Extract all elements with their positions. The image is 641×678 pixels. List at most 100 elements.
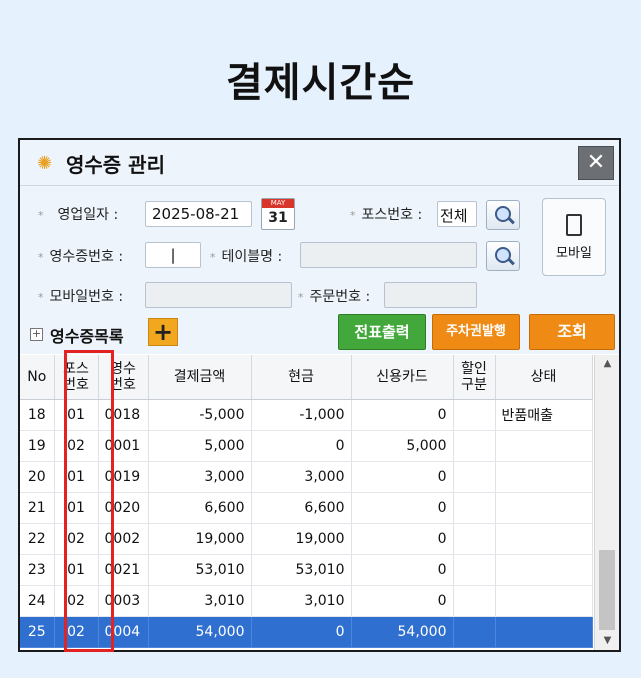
receipt-no-field[interactable]: | (145, 242, 201, 268)
window-title: 영수증 관리 (66, 153, 165, 177)
column-header[interactable]: 포스 번호 (54, 355, 99, 400)
table-cell: 24 (20, 585, 55, 617)
receipt-table: No 포스 번호 영수 번호 결제금액 현금 신용카드 할인 구분 상태 18 01 0018 -5,00… (20, 355, 593, 648)
table-row[interactable]: 25 02 0004 54,000 0 54,000 (20, 616, 593, 648)
calendar-icon[interactable]: MAY 31 (261, 198, 295, 230)
column-header[interactable]: 신용카드 (351, 355, 454, 400)
table-cell: 01 (54, 399, 99, 431)
table-cell: 6,600 (148, 492, 252, 524)
table-cell: 5,000 (148, 430, 252, 462)
scroll-thumb[interactable] (599, 550, 615, 630)
table-cell: 5,000 (351, 430, 454, 462)
table-cell: 54,000 (351, 616, 454, 648)
table-row[interactable]: 20 01 0019 3,000 3,000 0 (20, 461, 593, 493)
table-cell: 0 (351, 492, 454, 524)
table-row[interactable]: 23 01 0021 53,010 53,010 0 (20, 554, 593, 586)
table-cell (453, 554, 496, 586)
table-cell: 0020 (98, 492, 149, 524)
table-cell: 0018 (98, 399, 149, 431)
calendar-month: MAY (262, 199, 294, 208)
table-cell: 01 (54, 554, 99, 586)
table-cell (453, 523, 496, 555)
column-header[interactable]: 결제금액 (148, 355, 252, 400)
table-cell: 53,010 (251, 554, 352, 586)
table-cell: 01 (54, 492, 99, 524)
expand-icon[interactable]: + (30, 328, 43, 341)
receipt-management-window: ✺ 영수증 관리 ✕ * 영업일자 : 2025-08-21 MAY 31 * 포스… (18, 138, 621, 652)
mobile-no-label: * 모바일번호 : (38, 289, 124, 305)
table-row[interactable]: 21 01 0020 6,600 6,600 0 (20, 492, 593, 524)
business-date-field[interactable]: 2025-08-21 (145, 201, 252, 227)
page-heading: 결제시간순 (226, 60, 415, 106)
table-cell: 0003 (98, 585, 149, 617)
table-row[interactable]: 18 01 0018 -5,000 -1,000 0 반품매출 (20, 399, 593, 431)
table-cell: -1,000 (251, 399, 352, 431)
table-cell: 19,000 (148, 523, 252, 555)
table-cell: 18 (20, 399, 55, 431)
pos-no-select[interactable]: 전체 (437, 201, 477, 227)
vertical-scrollbar[interactable]: ▲ ▼ (594, 355, 619, 650)
scroll-up-icon[interactable]: ▲ (595, 355, 619, 373)
add-button[interactable]: + (148, 318, 178, 346)
column-header[interactable]: 상태 (495, 355, 593, 400)
table-cell (495, 616, 593, 648)
table-cell (495, 523, 593, 555)
table-cell (453, 430, 496, 462)
table-cell: 반품매출 (495, 399, 593, 431)
parking-ticket-button[interactable]: 주차권발행 (432, 314, 520, 350)
column-header[interactable]: 영수 번호 (98, 355, 149, 400)
table-cell: 0 (251, 616, 352, 648)
receipt-list-title: 영수증목록 (50, 327, 124, 346)
table-row[interactable]: 19 02 0001 5,000 0 5,000 (20, 430, 593, 462)
pos-search-button[interactable] (486, 200, 520, 230)
mobile-button[interactable]: 모바일 (542, 198, 606, 276)
table-cell: 23 (20, 554, 55, 586)
table-cell: 22 (20, 523, 55, 555)
business-date-label: * 영업일자 : (38, 207, 119, 223)
calendar-day: 31 (268, 210, 288, 226)
table-cell (495, 461, 593, 493)
column-header[interactable]: 할인 구분 (453, 355, 496, 400)
table-cell: 3,010 (148, 585, 252, 617)
mobile-no-field[interactable] (145, 282, 292, 308)
table-cell (495, 554, 593, 586)
column-header[interactable]: No (20, 355, 55, 400)
table-cell: 21 (20, 492, 55, 524)
table-name-label: * 테이블명 : (210, 249, 283, 265)
table-search-button[interactable] (486, 241, 520, 271)
table-cell (453, 492, 496, 524)
order-no-field[interactable] (384, 282, 477, 308)
table-cell: 0 (351, 554, 454, 586)
close-button[interactable]: ✕ (578, 146, 614, 180)
gear-icon: ✺ (37, 153, 53, 174)
print-slip-button[interactable]: 전표출력 (338, 314, 426, 350)
table-cell (495, 492, 593, 524)
scroll-down-icon[interactable]: ▼ (595, 632, 619, 650)
mobile-button-label: 모바일 (556, 246, 592, 261)
table-cell: 02 (54, 430, 99, 462)
table-header-row: No 포스 번호 영수 번호 결제금액 현금 신용카드 할인 구분 상태 (20, 355, 593, 400)
table-cell: 02 (54, 616, 99, 648)
order-no-label: * 주문번호 : (298, 289, 371, 305)
table-cell: 20 (20, 461, 55, 493)
table-cell: 0 (351, 461, 454, 493)
table-name-field[interactable] (300, 242, 477, 268)
table-cell: 3,000 (251, 461, 352, 493)
table-cell: 3,010 (251, 585, 352, 617)
table-cell: 0 (251, 430, 352, 462)
table-row[interactable]: 24 02 0003 3,010 3,010 0 (20, 585, 593, 617)
table-cell (453, 399, 496, 431)
column-header[interactable]: 현금 (251, 355, 352, 400)
table-cell: 54,000 (148, 616, 252, 648)
table-cell: 0002 (98, 523, 149, 555)
table-cell (453, 461, 496, 493)
pos-no-label: * 포스번호 : (350, 207, 423, 223)
search-button[interactable]: 조회 (529, 314, 615, 350)
table-cell: 19,000 (251, 523, 352, 555)
table-cell: 0001 (98, 430, 149, 462)
table-row[interactable]: 22 02 0002 19,000 19,000 0 (20, 523, 593, 555)
table-cell (453, 585, 496, 617)
table-cell: 0 (351, 399, 454, 431)
table-cell: 3,000 (148, 461, 252, 493)
filter-panel: * 영업일자 : 2025-08-21 MAY 31 * 포스번호 : 전체 * 영수… (20, 186, 619, 314)
